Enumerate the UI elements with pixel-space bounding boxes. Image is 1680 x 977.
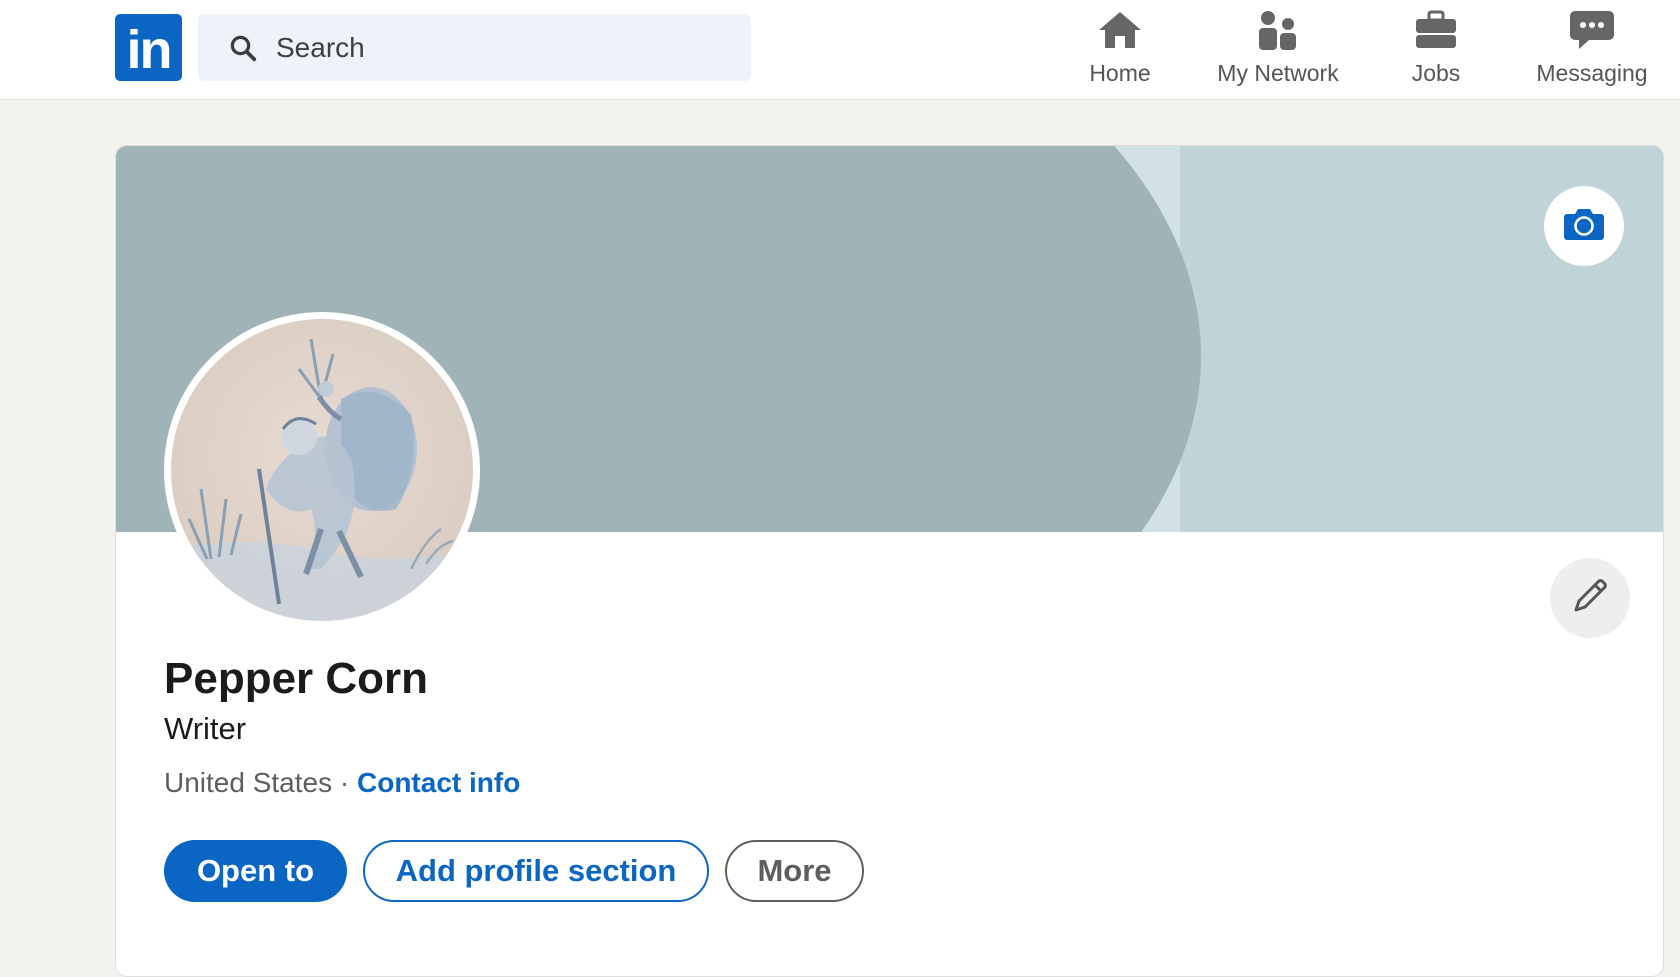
- profile-card: Pepper Corn Writer United States · Conta…: [115, 145, 1664, 977]
- linkedin-logo[interactable]: in: [115, 14, 182, 81]
- meta-separator: ·: [339, 767, 350, 798]
- edit-banner-button[interactable]: [1544, 186, 1624, 266]
- logo-text: in: [126, 19, 173, 80]
- home-icon: [1096, 8, 1144, 52]
- camera-icon: [1563, 207, 1605, 246]
- search-icon: [228, 32, 260, 64]
- nav-home[interactable]: Home: [1052, 8, 1188, 92]
- contact-info-link[interactable]: Contact info: [357, 767, 520, 798]
- jobs-icon: [1412, 8, 1460, 52]
- more-button[interactable]: More: [725, 840, 864, 902]
- edit-profile-button[interactable]: [1550, 558, 1630, 638]
- profile-location: United States: [164, 767, 333, 798]
- profile-avatar[interactable]: [164, 312, 480, 628]
- nav-messaging-label: Messaging: [1536, 60, 1648, 86]
- nav-my-network[interactable]: My Network: [1196, 8, 1360, 92]
- search-input[interactable]: [276, 31, 716, 64]
- open-to-button[interactable]: Open to: [164, 840, 347, 902]
- avatar-image: [171, 319, 473, 621]
- profile-meta: United States · Contact info: [164, 767, 520, 799]
- my-network-icon: [1254, 8, 1302, 52]
- nav-messaging[interactable]: Messaging: [1526, 8, 1658, 92]
- global-nav: in Home My Network: [0, 0, 1680, 100]
- nav-jobs-label: Jobs: [1411, 60, 1461, 86]
- messaging-icon: [1568, 8, 1616, 52]
- nav-home-label: Home: [1089, 60, 1151, 86]
- nav-jobs[interactable]: Jobs: [1376, 8, 1496, 92]
- profile-name: Pepper Corn: [164, 654, 429, 703]
- pencil-icon: [1570, 576, 1610, 621]
- add-profile-section-button[interactable]: Add profile section: [363, 840, 709, 902]
- nav-my-network-label: My Network: [1217, 60, 1339, 86]
- search-bar[interactable]: [198, 14, 751, 81]
- profile-headline: Writer: [164, 711, 247, 746]
